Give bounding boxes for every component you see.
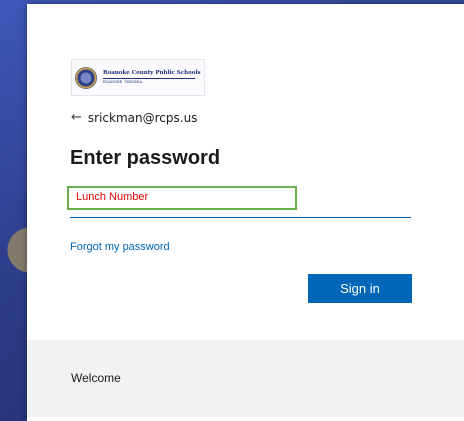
page-title: Enter password <box>70 147 221 169</box>
back-arrow-icon[interactable]: ← <box>71 110 82 125</box>
sign-in-button[interactable]: Sign in <box>308 274 412 303</box>
logo-title: Roanoke County Public Schools <box>103 70 201 77</box>
welcome-text: Welcome <box>71 371 121 385</box>
sign-in-card: Roanoke County Public Schools ROANOKE, V… <box>27 4 464 421</box>
identity-banner[interactable]: ← srickman@rcps.us <box>71 110 197 125</box>
identity-email: srickman@rcps.us <box>87 110 198 125</box>
forgot-password-link[interactable]: Forgot my password <box>70 241 170 253</box>
footer-panel: Welcome <box>27 340 464 417</box>
school-logo: Roanoke County Public Schools ROANOKE, V… <box>71 59 205 96</box>
school-seal-icon <box>75 66 97 89</box>
logo-divider <box>103 78 195 80</box>
annotation-label: Lunch Number <box>67 186 297 210</box>
logo-subtitle: ROANOKE, VIRGINIA <box>103 80 143 85</box>
